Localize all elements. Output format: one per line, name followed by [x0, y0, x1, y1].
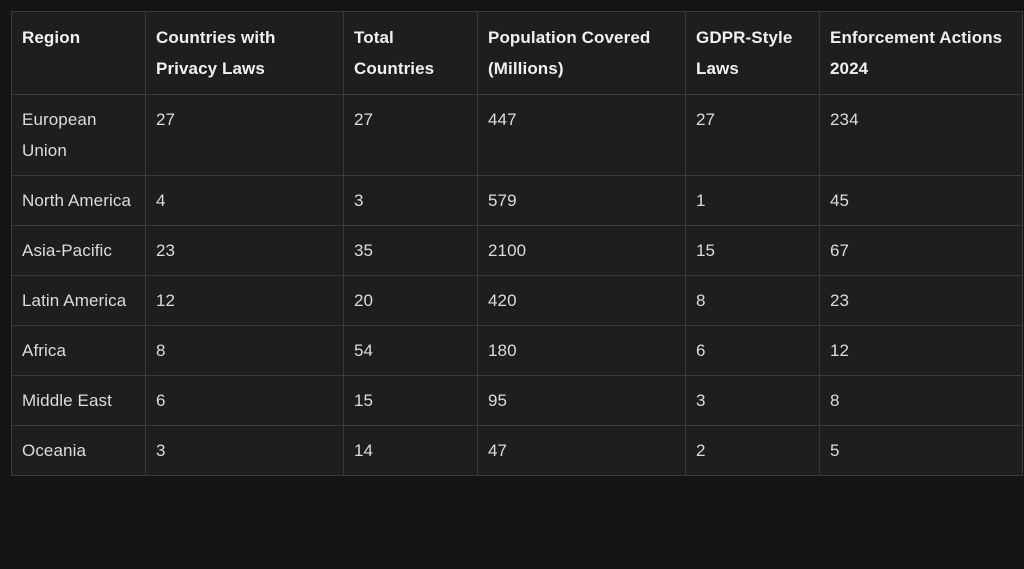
table-row: North America 4 3 579 1 45 [11, 175, 1023, 226]
cell-countries-with-privacy-laws: 4 [145, 175, 344, 226]
cell-total-countries: 3 [343, 175, 478, 226]
cell-gdpr-style-laws: 6 [685, 325, 820, 376]
privacy-laws-table-container: Region Countries with Privacy Laws Total… [11, 11, 1023, 476]
cell-region: North America [11, 175, 146, 226]
cell-region: Oceania [11, 425, 146, 476]
privacy-laws-table: Region Countries with Privacy Laws Total… [11, 11, 1023, 476]
cell-total-countries: 27 [343, 94, 478, 176]
cell-enforcement-actions: 23 [819, 275, 1023, 326]
cell-enforcement-actions: 5 [819, 425, 1023, 476]
cell-countries-with-privacy-laws: 12 [145, 275, 344, 326]
cell-countries-with-privacy-laws: 8 [145, 325, 344, 376]
header-enforcement-actions: Enforcement Actions 2024 [819, 11, 1023, 95]
header-region: Region [11, 11, 146, 95]
cell-total-countries: 20 [343, 275, 478, 326]
cell-population-covered: 47 [477, 425, 686, 476]
cell-region: Asia-Pacific [11, 225, 146, 276]
header-population-covered: Population Covered (Millions) [477, 11, 686, 95]
table-body: European Union 27 27 447 27 234 North Am… [11, 94, 1023, 476]
table-row: Latin America 12 20 420 8 23 [11, 275, 1023, 326]
cell-total-countries: 15 [343, 375, 478, 426]
header-row: Region Countries with Privacy Laws Total… [11, 11, 1023, 95]
table-header: Region Countries with Privacy Laws Total… [11, 11, 1023, 95]
header-countries-with-privacy-laws: Countries with Privacy Laws [145, 11, 344, 95]
cell-region: European Union [11, 94, 146, 176]
table-row: Middle East 6 15 95 3 8 [11, 375, 1023, 426]
cell-gdpr-style-laws: 15 [685, 225, 820, 276]
cell-population-covered: 447 [477, 94, 686, 176]
table-row: Asia-Pacific 23 35 2100 15 67 [11, 225, 1023, 276]
cell-population-covered: 95 [477, 375, 686, 426]
cell-enforcement-actions: 12 [819, 325, 1023, 376]
cell-total-countries: 35 [343, 225, 478, 276]
cell-region: Africa [11, 325, 146, 376]
cell-enforcement-actions: 234 [819, 94, 1023, 176]
cell-gdpr-style-laws: 27 [685, 94, 820, 176]
table-row: Africa 8 54 180 6 12 [11, 325, 1023, 376]
cell-gdpr-style-laws: 1 [685, 175, 820, 226]
header-gdpr-style-laws: GDPR-Style Laws [685, 11, 820, 95]
cell-gdpr-style-laws: 8 [685, 275, 820, 326]
cell-enforcement-actions: 67 [819, 225, 1023, 276]
table-row: European Union 27 27 447 27 234 [11, 94, 1023, 176]
header-total-countries: Total Countries [343, 11, 478, 95]
cell-enforcement-actions: 8 [819, 375, 1023, 426]
table-row: Oceania 3 14 47 2 5 [11, 425, 1023, 476]
cell-enforcement-actions: 45 [819, 175, 1023, 226]
cell-gdpr-style-laws: 3 [685, 375, 820, 426]
cell-countries-with-privacy-laws: 23 [145, 225, 344, 276]
cell-gdpr-style-laws: 2 [685, 425, 820, 476]
cell-total-countries: 14 [343, 425, 478, 476]
cell-countries-with-privacy-laws: 6 [145, 375, 344, 426]
cell-region: Latin America [11, 275, 146, 326]
cell-population-covered: 180 [477, 325, 686, 376]
cell-countries-with-privacy-laws: 3 [145, 425, 344, 476]
cell-region: Middle East [11, 375, 146, 426]
cell-population-covered: 2100 [477, 225, 686, 276]
cell-countries-with-privacy-laws: 27 [145, 94, 344, 176]
cell-population-covered: 420 [477, 275, 686, 326]
cell-population-covered: 579 [477, 175, 686, 226]
cell-total-countries: 54 [343, 325, 478, 376]
